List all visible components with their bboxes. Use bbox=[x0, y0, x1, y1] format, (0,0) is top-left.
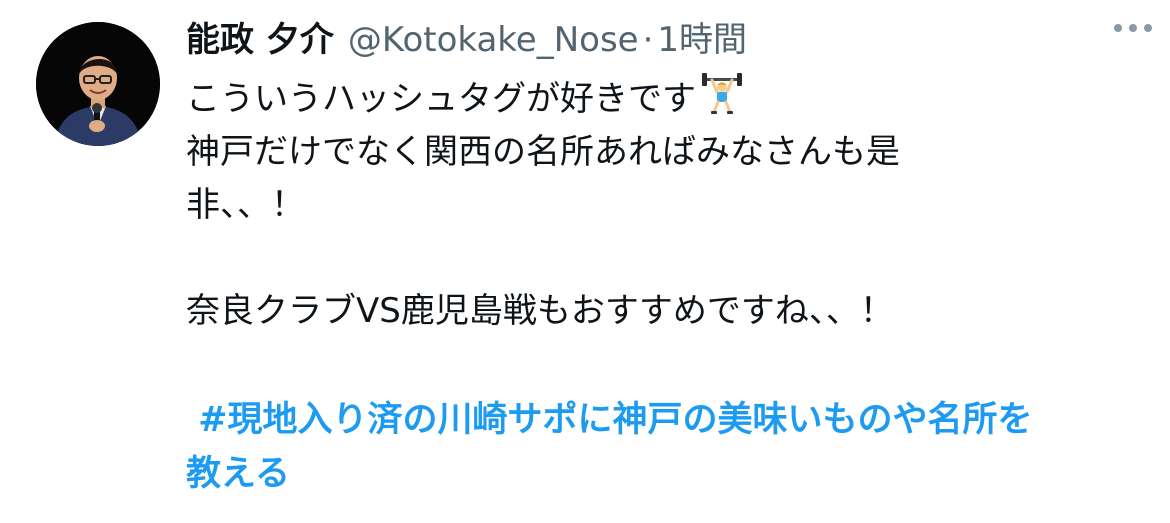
tweet[interactable]: 能政 夕介 @Kotokake_Nose · 1時間 こういうハッシュタグが好き… bbox=[0, 0, 1170, 523]
author-handle[interactable]: @Kotokake_Nose bbox=[348, 14, 639, 66]
tweet-text-line: 奈良クラブVS鹿児島戦もおすすめですね、、！ bbox=[186, 291, 894, 331]
author-display-name[interactable]: 能政 夕介 bbox=[186, 14, 334, 66]
tweet-text-line: こういうハッシュタグが好きです bbox=[186, 72, 1146, 126]
separator-dot: · bbox=[642, 20, 654, 60]
hashtag-line: 教える bbox=[186, 454, 290, 494]
hashtag-line: #現地入り済の川崎サポに神戸の美味いものや名所を bbox=[186, 400, 1033, 440]
tweet-content: 能政 夕介 @Kotokake_Nose · 1時間 こういうハッシュタグが好き… bbox=[186, 14, 1146, 501]
weightlifter-emoji-icon bbox=[700, 72, 744, 116]
avatar[interactable] bbox=[36, 22, 160, 146]
tweet-text: こういうハッシュタグが好きです 神戸だけでなく関西の名所あればみなさんも是 非、… bbox=[186, 72, 1146, 501]
tweet-text-line: 神戸だけでなく関西の名所あればみなさんも是 bbox=[186, 132, 900, 172]
avatar-image bbox=[36, 22, 160, 146]
tweet-timestamp[interactable]: 1時間 bbox=[657, 14, 747, 66]
tweet-text-line: 非、、！ bbox=[186, 185, 305, 225]
hashtag-link[interactable]: #現地入り済の川崎サポに神戸の美味いものや名所を 教える bbox=[186, 393, 1146, 501]
tweet-header: 能政 夕介 @Kotokake_Nose · 1時間 bbox=[186, 14, 1146, 66]
